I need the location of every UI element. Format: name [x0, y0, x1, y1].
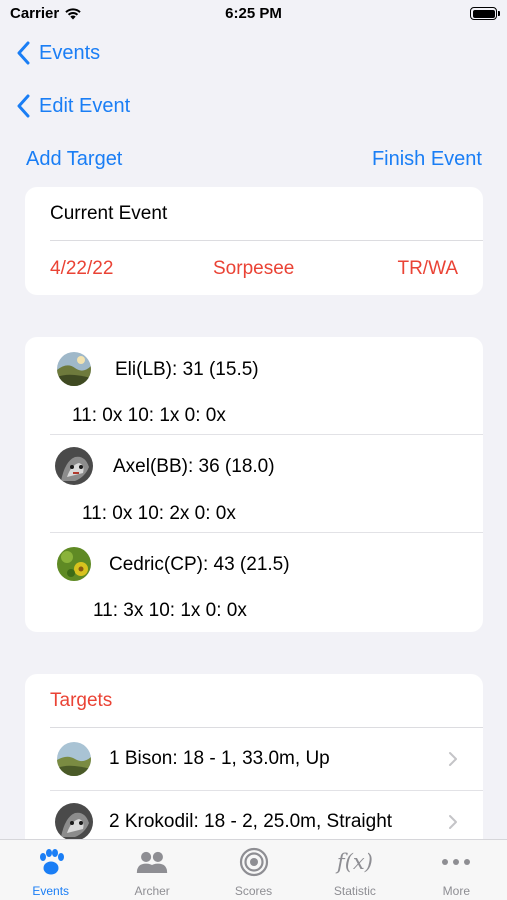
- tab-statistic[interactable]: f(x) Statistic: [304, 840, 405, 900]
- tab-label: Scores: [234, 884, 273, 898]
- tab-scores[interactable]: Scores: [203, 840, 304, 900]
- chevron-right-icon: [449, 752, 457, 766]
- target-label: 2 Krokodil: 18 - 2, 25.0m, Straight: [109, 811, 393, 832]
- function-icon: f(x): [336, 850, 373, 874]
- back-to-events-button[interactable]: Events: [16, 38, 100, 68]
- targets-header: Targets: [50, 690, 113, 711]
- archer-scores-card: Eli(LB): 31 (15.5) 11: 0x 10: 1x 0: 0x A…: [25, 337, 483, 632]
- tab-label: Statistic: [333, 884, 376, 898]
- more-icon: [440, 848, 472, 876]
- archer-stats: 11: 3x 10: 1x 0: 0x: [93, 600, 247, 621]
- people-icon: [136, 848, 168, 876]
- finish-event-button[interactable]: Finish Event: [372, 148, 482, 171]
- tab-more[interactable]: More: [406, 840, 507, 900]
- chevron-left-icon: [17, 41, 30, 65]
- tab-label: Archer: [134, 884, 170, 898]
- tab-label: More: [442, 884, 470, 898]
- landscape-avatar: [57, 742, 91, 776]
- clock: 6:25 PM: [225, 5, 282, 22]
- target-label: 1 Bison: 18 - 1, 33.0m, Up: [109, 748, 330, 769]
- paw-icon: [35, 848, 67, 876]
- tab-archer[interactable]: Archer: [101, 840, 202, 900]
- current-event-title: Current Event: [50, 203, 168, 224]
- back-edit-event-label: Edit Event: [39, 94, 131, 117]
- targets-card: Targets 1 Bison: 18 - 1, 33.0m, Up 2 Kro…: [25, 674, 483, 854]
- battery-icon: [470, 7, 500, 20]
- target-row[interactable]: 1 Bison: 18 - 1, 33.0m, Up: [25, 728, 483, 791]
- chevron-left-icon: [17, 94, 30, 118]
- animal-avatar: [55, 447, 93, 485]
- divider: [50, 240, 483, 241]
- event-type: TR/WA: [397, 258, 458, 279]
- current-event-card: Current Event 4/22/22 Sorpesee TR/WA: [25, 187, 483, 295]
- archer-name: Cedric(CP): 43 (21.5): [109, 554, 290, 575]
- back-events-label: Events: [39, 41, 101, 64]
- event-date: 4/22/22: [50, 258, 114, 279]
- tab-bar: Events Archer Scores f(x) Statistic More: [0, 839, 507, 900]
- archer-stats: 11: 0x 10: 1x 0: 0x: [72, 405, 226, 426]
- event-place: Sorpesee: [213, 258, 295, 279]
- archer-stats: 11: 0x 10: 2x 0: 0x: [82, 503, 236, 524]
- archer-row[interactable]: Cedric(CP): 43 (21.5) 11: 3x 10: 1x 0: 0…: [25, 533, 483, 632]
- target-icon: [238, 847, 270, 877]
- tab-label: Events: [32, 884, 70, 898]
- add-target-button[interactable]: Add Target: [26, 148, 122, 171]
- tab-events[interactable]: Events: [0, 840, 101, 900]
- archer-row[interactable]: Eli(LB): 31 (15.5) 11: 0x 10: 1x 0: 0x: [25, 337, 483, 435]
- status-bar: Carrier 6:25 PM: [0, 0, 507, 30]
- archer-name: Eli(LB): 31 (15.5): [115, 359, 259, 380]
- animal-avatar: [55, 803, 93, 841]
- archer-row[interactable]: Axel(BB): 36 (18.0) 11: 0x 10: 2x 0: 0x: [25, 435, 483, 533]
- landscape-avatar: [57, 352, 91, 386]
- archer-name: Axel(BB): 36 (18.0): [113, 456, 275, 477]
- chevron-right-icon: [449, 815, 457, 829]
- back-to-edit-event-button[interactable]: Edit Event: [16, 91, 130, 121]
- flower-avatar: [57, 547, 91, 581]
